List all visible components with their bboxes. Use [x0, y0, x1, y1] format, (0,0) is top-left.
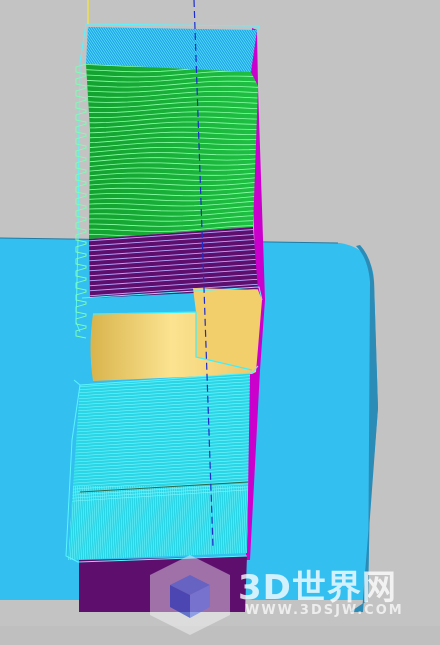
toolpath-pass — [290, 20, 330, 80]
toolpath-pass — [40, 20, 80, 80]
toolpath-pass — [263, 20, 303, 80]
toolpath-pass — [268, 20, 308, 80]
toolpath-pass — [294, 20, 334, 80]
toolpath-pass — [278, 20, 318, 80]
toolpath-pass — [266, 20, 306, 80]
toolpath-pass — [282, 20, 322, 80]
toolpath-pass — [258, 20, 298, 80]
toolpath-pass — [280, 20, 320, 80]
cam-graphics-viewport[interactable]: 3D世界网 WWW.3DSJW.COM — [0, 0, 440, 645]
toolpath-pass — [285, 20, 325, 80]
status-strip — [0, 626, 440, 645]
watermark-url: WWW.3DSJW.COM — [245, 603, 404, 618]
toolpath-pass — [45, 20, 85, 80]
toolpath-pass — [275, 20, 315, 80]
toolpath-pass — [86, 27, 93, 72]
toolpath-pass — [255, 27, 257, 72]
part-purple-band — [89, 227, 258, 298]
toolpath-pass — [270, 20, 310, 80]
toolpath-pass — [297, 20, 337, 80]
watermark-brand: 3D世界网 — [238, 568, 397, 608]
toolpath-pass — [273, 20, 313, 80]
toolpath-pass — [86, 27, 88, 72]
toolpath-pass — [261, 20, 301, 80]
toolpath-pass — [253, 27, 257, 72]
toolpath-pass — [299, 20, 339, 80]
toolpath-pass — [292, 20, 332, 80]
toolpath-pass — [86, 27, 90, 72]
toolpath-3d-scene[interactable] — [0, 0, 440, 645]
toolpath-pass — [287, 20, 327, 80]
